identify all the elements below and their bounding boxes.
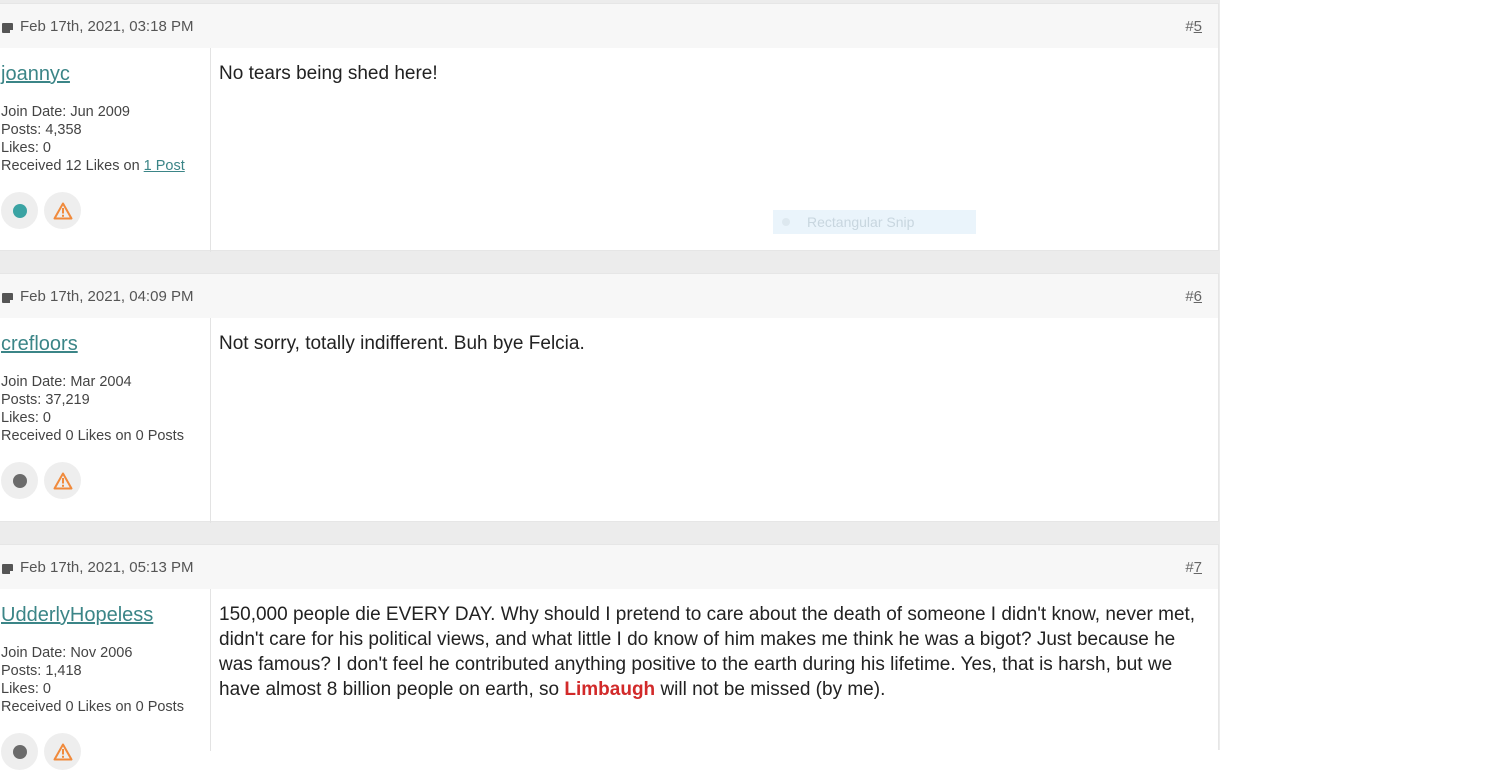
document-icon	[2, 22, 14, 34]
post-date-text: Feb 17th, 2021, 05:13 PM	[20, 559, 194, 576]
post-count: Posts: 37,219	[1, 392, 90, 408]
username-link[interactable]: joannyc	[1, 62, 210, 86]
post-number-hash: #	[1185, 559, 1194, 576]
post-number-link[interactable]: 7	[1194, 559, 1202, 576]
join-date: Join Date: Nov 2006	[1, 645, 133, 661]
received-likes-text: Received 12 Likes on	[1, 158, 144, 174]
received-likes: Received 12 Likes on 1 Post	[1, 157, 210, 175]
report-button[interactable]	[44, 192, 81, 229]
post-header: Feb 17th, 2021, 05:13 PM #7	[0, 545, 1218, 589]
received-likes: Received 0 Likes on 0 Posts	[1, 699, 184, 715]
warning-icon	[53, 202, 72, 219]
post-date: Feb 17th, 2021, 03:18 PM	[0, 18, 193, 35]
received-likes-link[interactable]: 1 Post	[144, 158, 185, 174]
user-info: UdderlyHopeless Join Date: Nov 2006 Post…	[0, 589, 211, 770]
username-link[interactable]: crefloors	[1, 332, 210, 356]
post-number-hash: #	[1185, 288, 1194, 305]
online-status-button[interactable]	[1, 192, 38, 229]
user-info: crefloors Join Date: Mar 2004 Posts: 37,…	[0, 318, 211, 523]
post-date-text: Feb 17th, 2021, 04:09 PM	[20, 288, 194, 305]
username-link[interactable]: UdderlyHopeless	[1, 603, 210, 627]
post-content: 150,000 people die EVERY DAY. Why should…	[211, 589, 1218, 751]
report-button[interactable]	[44, 462, 81, 499]
status-dot-icon	[12, 203, 27, 218]
post-count: Posts: 4,358	[1, 122, 82, 138]
warning-icon	[53, 743, 72, 760]
status-dot-icon	[12, 744, 27, 759]
document-icon	[2, 563, 14, 575]
likes-count: Likes: 0	[1, 410, 51, 426]
warning-icon	[53, 472, 72, 489]
user-stats: Join Date: Mar 2004 Posts: 37,219 Likes:…	[1, 373, 210, 445]
snip-icon	[782, 218, 790, 226]
document-icon	[2, 292, 14, 304]
post-body: 150,000 people die EVERY DAY. Why should…	[219, 602, 1210, 702]
join-date: Join Date: Jun 2009	[1, 104, 130, 120]
post-number-hash: #	[1185, 18, 1194, 35]
report-button[interactable]	[44, 733, 81, 770]
post-date-text: Feb 17th, 2021, 03:18 PM	[20, 18, 194, 35]
user-stats: Join Date: Nov 2006 Posts: 1,418 Likes: …	[1, 644, 210, 716]
post-content: Not sorry, totally indifferent. Buh bye …	[211, 318, 1218, 523]
online-status-button[interactable]	[1, 462, 38, 499]
post-date: Feb 17th, 2021, 04:09 PM	[0, 288, 193, 305]
post-number-link[interactable]: 6	[1194, 288, 1202, 305]
status-dot-icon	[12, 473, 27, 488]
user-actions	[1, 192, 210, 229]
rectangular-snip-overlay: Rectangular Snip	[773, 210, 976, 234]
post-number: #6	[1185, 288, 1202, 305]
likes-count: Likes: 0	[1, 681, 51, 697]
likes-count: Likes: 0	[1, 140, 51, 156]
post-content: No tears being shed here!	[211, 48, 1218, 252]
post-5: Feb 17th, 2021, 03:18 PM #5 joannyc Join…	[0, 3, 1219, 252]
join-date: Join Date: Mar 2004	[1, 374, 132, 390]
post-date: Feb 17th, 2021, 05:13 PM	[0, 559, 193, 576]
post-header: Feb 17th, 2021, 04:09 PM #6	[0, 274, 1218, 318]
user-actions	[1, 462, 210, 499]
user-actions	[1, 733, 210, 770]
highlighted-keyword[interactable]: Limbaugh	[564, 679, 655, 700]
post-number: #7	[1185, 559, 1202, 576]
post-7: Feb 17th, 2021, 05:13 PM #7 UdderlyHopel…	[0, 544, 1219, 770]
post-number-link[interactable]: 5	[1194, 18, 1202, 35]
user-info: joannyc Join Date: Jun 2009 Posts: 4,358…	[0, 48, 211, 252]
post-number: #5	[1185, 18, 1202, 35]
post-6: Feb 17th, 2021, 04:09 PM #6 crefloors Jo…	[0, 273, 1219, 523]
online-status-button[interactable]	[1, 733, 38, 770]
snip-label: Rectangular Snip	[807, 214, 915, 230]
post-body: Not sorry, totally indifferent. Buh bye …	[219, 333, 585, 354]
received-likes: Received 0 Likes on 0 Posts	[1, 428, 184, 444]
post-body: No tears being shed here!	[219, 63, 438, 84]
post-header: Feb 17th, 2021, 03:18 PM #5	[0, 4, 1218, 48]
user-stats: Join Date: Jun 2009 Posts: 4,358 Likes: …	[1, 103, 210, 175]
post-body-text-end: will not be missed (by me).	[655, 679, 886, 700]
post-count: Posts: 1,418	[1, 663, 82, 679]
